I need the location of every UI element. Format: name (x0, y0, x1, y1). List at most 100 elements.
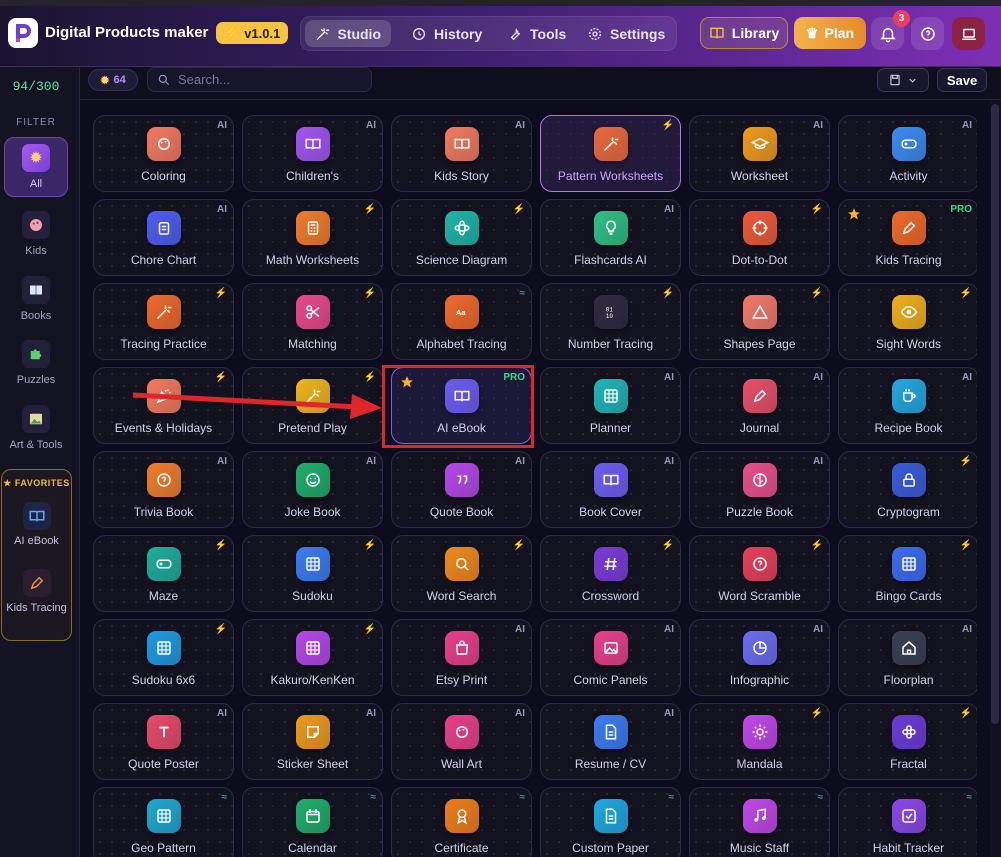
sidebar-item-books[interactable]: Books (4, 270, 68, 330)
nav-settings-label: Settings (610, 25, 666, 42)
nav-tools[interactable]: Tools (497, 20, 576, 47)
sidebar-item-label: All (29, 178, 43, 190)
product-card[interactable]: ≈ Custom Paper (540, 787, 681, 857)
sidebar-item-kids[interactable]: Kids (4, 205, 68, 265)
product-card-label: Kids Tracing (875, 253, 942, 267)
product-card[interactable]: AI Chore Chart (93, 199, 234, 276)
ai-badge: AI (515, 708, 525, 719)
product-card[interactable]: ⚡ Word Search (391, 535, 532, 612)
product-card[interactable]: ⚡ Sudoku 6x6 (93, 619, 234, 696)
product-card[interactable]: ⚡ Math Worksheets (242, 199, 383, 276)
product-card[interactable]: AI Book Cover (540, 451, 681, 528)
bolt-icon: ⚡ (512, 540, 525, 551)
nav-history[interactable]: History (401, 20, 492, 47)
product-card[interactable]: AI Joke Book (242, 451, 383, 528)
search-input[interactable] (178, 72, 358, 87)
product-card[interactable]: ≈ Aa Alphabet Tracing (391, 283, 532, 360)
product-card[interactable]: AI Journal (689, 367, 830, 444)
product-card[interactable]: ⚡ Word Scramble (689, 535, 830, 612)
nav-settings[interactable]: Settings (577, 20, 675, 47)
product-card[interactable]: ≈ Certificate (391, 787, 532, 857)
product-card[interactable]: ⚡ Science Diagram (391, 199, 532, 276)
product-card[interactable]: ⚡ Maze (93, 535, 234, 612)
product-card[interactable]: AI Floorplan (838, 619, 977, 696)
product-card-label: Journal (739, 421, 780, 435)
product-card-label: Pattern Worksheets (557, 169, 664, 183)
account-button[interactable] (952, 17, 985, 50)
product-card[interactable]: AI Infographic (689, 619, 830, 696)
cup-icon (891, 379, 926, 413)
product-card-label: Puzzle Book (726, 505, 793, 519)
view-select[interactable] (877, 68, 929, 92)
credits-count: 64 (113, 74, 126, 86)
sidebar-item-art-tools[interactable]: Art & Tools (4, 399, 68, 459)
sidebar: 94/300 FILTER ✹ All Kids Books Puzzles A… (0, 67, 80, 857)
product-card-label: Mandala (736, 757, 783, 771)
favorite-star-icon[interactable] (847, 207, 861, 221)
product-card[interactable]: AI Planner (540, 367, 681, 444)
pen-icon (742, 379, 777, 413)
product-card[interactable]: ≈ Music Staff (689, 787, 830, 857)
product-card[interactable]: AI Comic Panels (540, 619, 681, 696)
product-card[interactable]: ⚡ 01 10 Number Tracing (540, 283, 681, 360)
product-card[interactable]: ⚡ Shapes Page (689, 283, 830, 360)
help-button[interactable] (911, 17, 944, 50)
product-card[interactable]: AI Recipe Book (838, 367, 977, 444)
ai-badge: AI (962, 120, 972, 131)
sidebar-item-puzzles[interactable]: Puzzles (4, 334, 68, 394)
open-book-icon (295, 127, 330, 161)
product-card[interactable]: AI Activity (838, 115, 977, 192)
product-card-label: Worksheet (730, 169, 789, 183)
product-card[interactable]: ⚡ Kakuro/KenKen (242, 619, 383, 696)
product-card[interactable]: AI Resume / CV (540, 703, 681, 780)
ai-badge: AI (664, 456, 674, 467)
product-card-label: Etsy Print (435, 673, 488, 687)
product-card[interactable]: AI Quote Poster (93, 703, 234, 780)
product-card[interactable]: PRO Kids Tracing (838, 199, 977, 276)
product-card[interactable]: AI Wall Art (391, 703, 532, 780)
product-card[interactable]: ≈ Geo Pattern (93, 787, 234, 857)
product-card[interactable]: ⚡ Cryptogram (838, 451, 977, 528)
award-icon (444, 799, 479, 833)
product-card[interactable]: ⚡ Mandala (689, 703, 830, 780)
product-card[interactable]: AI Worksheet (689, 115, 830, 192)
product-card[interactable]: AI Sticker Sheet (242, 703, 383, 780)
ai-badge: AI (664, 204, 674, 215)
product-card[interactable]: ≈ Calendar (242, 787, 383, 857)
product-card[interactable]: ⚡ Tracing Practice (93, 283, 234, 360)
pie-icon (742, 631, 777, 665)
ai-badge: AI (813, 456, 823, 467)
product-card[interactable]: AI Children's (242, 115, 383, 192)
scrollbar-thumb[interactable] (991, 104, 999, 724)
product-card[interactable]: ⚡ Matching (242, 283, 383, 360)
product-card[interactable]: ⚡ Pattern Worksheets (540, 115, 681, 192)
product-card[interactable]: ⚡ Dot-to-Dot (689, 199, 830, 276)
favorite-ai-ebook[interactable]: AI eBook (2, 502, 71, 547)
product-card[interactable]: ⚡ Bingo Cards (838, 535, 977, 612)
product-card[interactable]: ⚡ Fractal (838, 703, 977, 780)
product-card[interactable]: ⚡ Sight Words (838, 283, 977, 360)
product-card[interactable]: AI Flashcards AI (540, 199, 681, 276)
product-card[interactable]: AI Trivia Book (93, 451, 234, 528)
product-card[interactable]: AI Kids Story (391, 115, 532, 192)
product-card-label: Geo Pattern (131, 841, 196, 855)
product-card[interactable]: AI Quote Book (391, 451, 532, 528)
product-card[interactable]: AI Puzzle Book (689, 451, 830, 528)
plan-button[interactable]: ♛ Plan (794, 17, 866, 49)
product-card[interactable]: ≈ Habit Tracker (838, 787, 977, 857)
save-button[interactable]: Save (937, 68, 987, 92)
product-card[interactable]: AI Coloring (93, 115, 234, 192)
favorites-label: FAVORITES (14, 478, 70, 488)
product-card[interactable]: ⚡ Crossword (540, 535, 681, 612)
book-icon (710, 27, 724, 39)
nav-studio[interactable]: Studio (305, 20, 391, 47)
palette-icon (444, 715, 479, 749)
product-card[interactable]: AI Etsy Print (391, 619, 532, 696)
library-button[interactable]: Library (700, 17, 788, 49)
sidebar-item-all[interactable]: ✹ All (4, 137, 68, 197)
svg-text:10: 10 (605, 313, 613, 320)
product-card[interactable]: ⚡ Sudoku (242, 535, 383, 612)
bolt-icon: ⚡ (959, 540, 972, 551)
favorite-kids-tracing[interactable]: Kids Tracing (2, 569, 71, 614)
grid-icon (295, 547, 330, 581)
